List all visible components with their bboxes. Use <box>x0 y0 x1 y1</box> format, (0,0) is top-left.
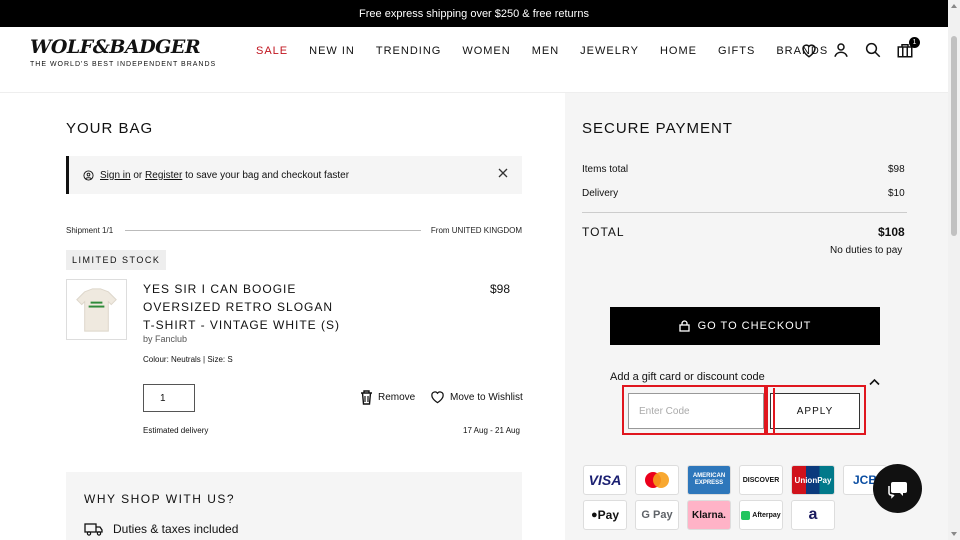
header-icons: 1 <box>800 37 920 59</box>
close-icon[interactable] <box>498 168 508 181</box>
signin-or: or <box>133 169 143 181</box>
estimated-delivery-label: Estimated delivery <box>143 426 209 435</box>
signin-banner: Sign in or Register to save your bag and… <box>66 156 522 194</box>
nav-gifts[interactable]: GIFTS <box>718 45 755 57</box>
move-to-wishlist-button[interactable]: Move to Wishlist <box>430 390 523 404</box>
checkout-label: GO TO CHECKOUT <box>697 320 812 332</box>
nav-trending[interactable]: TRENDING <box>376 45 441 57</box>
why-shop-item: Duties & taxes included <box>84 522 238 536</box>
nav-home[interactable]: HOME <box>660 45 697 57</box>
lock-icon <box>678 320 690 332</box>
limited-stock-badge: LIMITED STOCK <box>66 250 167 270</box>
payment-title: SECURE PAYMENT <box>582 120 733 137</box>
site-header: WOLF&BADGER THE WORLD'S BEST INDEPENDENT… <box>0 27 948 93</box>
items-total-value: $98 <box>888 164 905 175</box>
mastercard-icon <box>645 472 669 488</box>
why-shop-item-text: Duties & taxes included <box>113 522 239 536</box>
why-shop-title: WHY SHOP WITH US? <box>84 492 236 506</box>
product-price: $98 <box>490 282 511 296</box>
wishlist-label: Move to Wishlist <box>450 391 523 403</box>
nav-new-in[interactable]: NEW IN <box>309 45 355 57</box>
afterpay-icon <box>741 510 751 520</box>
chat-icon <box>887 481 907 499</box>
shipment-origin: From UNITED KINGDOM <box>430 226 522 235</box>
product-meta: Colour: Neutrals | Size: S <box>143 355 233 364</box>
product-name[interactable]: YES SIR I CAN BOOGIE OVERSIZED RETRO SLO… <box>143 280 343 334</box>
afterpay-text: Afterpay <box>752 511 781 519</box>
search-icon[interactable] <box>864 41 882 59</box>
checkout-button[interactable]: GO TO CHECKOUT <box>610 307 880 345</box>
gift-card-toggle-label[interactable]: Add a gift card or discount code <box>610 371 765 383</box>
nav-women[interactable]: WOMEN <box>462 45 510 57</box>
discover-logo: DISCOVER <box>739 465 783 495</box>
cart-count-badge: 1 <box>909 37 920 48</box>
scrollbar-thumb[interactable] <box>951 36 957 236</box>
apple-pay-text: Pay <box>597 508 619 522</box>
page-scrollbar[interactable] <box>948 0 960 540</box>
total-label: TOTAL <box>582 225 625 239</box>
scroll-up-arrow[interactable] <box>951 4 957 8</box>
summary-divider <box>582 212 907 213</box>
remove-label: Remove <box>378 392 416 403</box>
trash-icon <box>361 390 372 405</box>
bag-icon[interactable]: 1 <box>896 37 920 59</box>
highlight-box-apply <box>764 385 866 435</box>
total-value: $108 <box>878 225 905 239</box>
shipment-row: Shipment 1/1 From UNITED KINGDOM <box>66 226 522 235</box>
shipment-divider <box>125 230 421 231</box>
why-shop-box: WHY SHOP WITH US? Duties & taxes include… <box>66 472 522 540</box>
highlight-divider <box>773 388 775 434</box>
truck-icon <box>84 523 103 536</box>
estimated-delivery-dates: 17 Aug - 21 Aug <box>463 426 520 435</box>
heart-icon[interactable] <box>800 41 818 59</box>
highlight-box-input <box>622 385 768 435</box>
nav-jewelry[interactable]: JEWELRY <box>580 45 639 57</box>
register-link[interactable]: Register <box>145 170 182 181</box>
chevron-up-icon[interactable] <box>869 373 880 391</box>
signin-link[interactable]: Sign in <box>100 170 131 181</box>
duties-note: No duties to pay <box>830 245 903 256</box>
bag-title: YOUR BAG <box>66 120 154 137</box>
google-pay-logo: G Pay <box>635 500 679 530</box>
apple-icon: ● <box>590 509 598 521</box>
quantity-input[interactable]: 1 <box>143 384 195 412</box>
product-image[interactable] <box>66 279 127 340</box>
shipment-label: Shipment 1/1 <box>66 226 114 235</box>
logo[interactable]: WOLF&BADGER THE WORLD'S BEST INDEPENDENT… <box>30 36 216 68</box>
unionpay-logo: UnionPay <box>791 465 835 495</box>
items-total-label: Items total <box>582 164 629 175</box>
logo-tagline: THE WORLD'S BEST INDEPENDENT BRANDS <box>30 61 217 68</box>
heart-icon <box>431 391 444 404</box>
logo-brand: WOLF&BADGER <box>30 36 201 58</box>
main-nav: SALE NEW IN TRENDING WOMEN MEN JEWELRY H… <box>256 45 849 57</box>
chat-button[interactable] <box>873 464 922 513</box>
account-icon[interactable] <box>832 41 850 59</box>
nav-men[interactable]: MEN <box>532 45 559 57</box>
klarna-logo: Klarna. <box>687 500 731 530</box>
nav-sale[interactable]: SALE <box>256 45 288 57</box>
affirm-logo: a <box>791 500 835 530</box>
visa-logo: VISA <box>583 465 627 495</box>
delivery-value: $10 <box>888 188 905 199</box>
amex-logo: AMERICAN EXPRESS <box>687 465 731 495</box>
user-circle-icon <box>83 169 94 181</box>
scroll-down-arrow[interactable] <box>951 532 957 536</box>
announcement-bar: Free express shipping over $250 & free r… <box>0 0 948 27</box>
signin-text: to save your bag and checkout faster <box>185 169 350 181</box>
product-brand[interactable]: by Fanclub <box>143 334 187 344</box>
delivery-label: Delivery <box>582 188 619 199</box>
afterpay-logo: Afterpay <box>739 500 783 530</box>
remove-button[interactable]: Remove <box>360 390 415 405</box>
apple-pay-logo: ● Pay <box>583 500 627 530</box>
mastercard-logo <box>635 465 679 495</box>
announcement-text: Free express shipping over $250 & free r… <box>359 7 589 20</box>
